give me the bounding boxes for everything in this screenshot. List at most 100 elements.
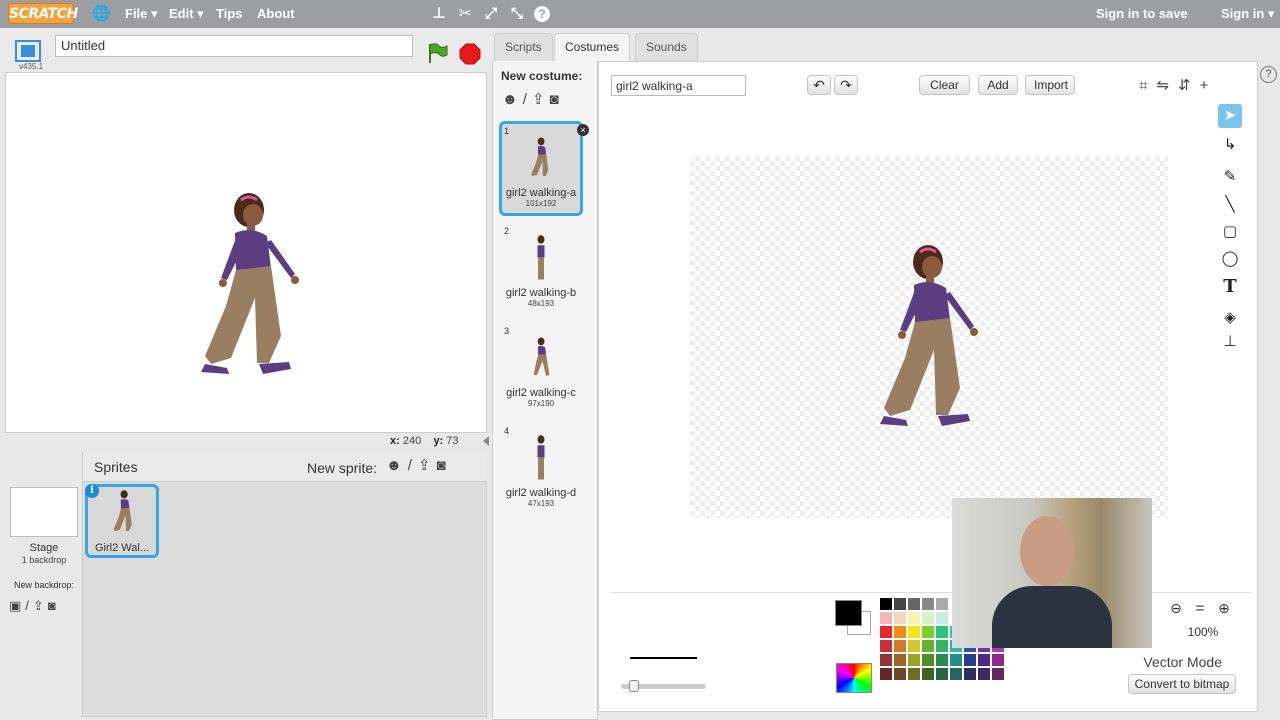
pencil-tool-icon[interactable]: ✎ — [1218, 165, 1242, 189]
color-swatch[interactable] — [922, 668, 934, 680]
color-swatch[interactable] — [936, 668, 948, 680]
line-width-slider-handle[interactable] — [629, 680, 639, 692]
costume-drawing[interactable] — [870, 240, 985, 440]
crop-icon[interactable]: ⌗ — [1139, 77, 1156, 94]
color-swatch[interactable] — [950, 654, 962, 666]
color-swatch[interactable] — [908, 654, 920, 666]
green-flag-icon[interactable] — [426, 42, 448, 64]
primary-color-swatch[interactable] — [835, 600, 862, 626]
upload-sprite-icon[interactable]: ⇪ — [418, 457, 437, 474]
fill-tool-icon[interactable]: ◈ — [1218, 306, 1242, 330]
color-swatch[interactable] — [908, 598, 920, 610]
clear-button[interactable]: Clear — [919, 75, 970, 95]
costume-item[interactable]: 4 girl2 walking-d 47x193 — [500, 424, 582, 508]
color-swatch[interactable] — [922, 626, 934, 638]
import-button[interactable]: Import — [1025, 75, 1075, 95]
sprite-info-icon[interactable]: i — [85, 484, 99, 498]
project-title-input[interactable]: Untitled — [55, 35, 413, 57]
color-swatch[interactable] — [908, 612, 920, 624]
camera-backdrop-icon[interactable]: ◙ — [48, 598, 60, 613]
color-swatch[interactable] — [936, 640, 948, 652]
color-swatch[interactable] — [922, 654, 934, 666]
color-swatch[interactable] — [936, 654, 948, 666]
color-swatch[interactable] — [936, 598, 948, 610]
sign-in-to-save-link[interactable]: Sign in to save — [1096, 6, 1188, 21]
stop-sign-icon[interactable] — [459, 43, 481, 65]
backdrop-library-icon[interactable]: ▣ — [9, 598, 25, 613]
undo-button[interactable]: ↶ — [807, 75, 831, 95]
color-swatch[interactable] — [894, 640, 906, 652]
zoom-in-icon[interactable]: ⊕ — [1214, 600, 1234, 618]
costume-item[interactable]: 2 girl2 walking-b 48x193 — [500, 224, 582, 308]
color-swatch[interactable] — [922, 598, 934, 610]
line-tool-icon[interactable]: ╲ — [1218, 193, 1242, 217]
sign-in-menu[interactable]: Sign in ▾ — [1221, 6, 1274, 22]
color-swatch[interactable] — [894, 668, 906, 680]
color-swatch[interactable] — [894, 626, 906, 638]
color-swatch[interactable] — [880, 626, 892, 638]
text-tool-icon[interactable]: T — [1218, 275, 1242, 299]
color-swatch[interactable] — [950, 668, 962, 680]
girl-sprite-on-stage[interactable] — [191, 188, 306, 388]
color-swatch[interactable] — [908, 668, 920, 680]
color-swatch[interactable] — [936, 626, 948, 638]
color-swatch[interactable] — [908, 640, 920, 652]
stage-canvas[interactable] — [5, 72, 487, 433]
camera-sprite-icon[interactable]: ◙ — [437, 457, 452, 474]
tab-costumes[interactable]: Costumes — [554, 33, 631, 63]
color-swatch[interactable] — [880, 668, 892, 680]
flip-vertical-icon[interactable]: ⇵ — [1178, 77, 1200, 94]
collapse-stage-arrow-icon[interactable] — [483, 436, 489, 446]
color-swatch[interactable] — [880, 640, 892, 652]
flip-horizontal-icon[interactable]: ⇋ — [1156, 77, 1178, 94]
color-swatch[interactable] — [922, 612, 934, 624]
costume-library-icon[interactable]: ☻ — [502, 91, 523, 108]
color-swatch[interactable] — [978, 668, 990, 680]
color-swatch[interactable] — [880, 654, 892, 666]
zoom-reset-icon[interactable]: = — [1190, 600, 1210, 618]
grow-icon[interactable]: ⤢ — [482, 5, 500, 23]
stamp-tool-icon[interactable]: ⊥ — [1218, 330, 1242, 354]
color-swatch[interactable] — [922, 640, 934, 652]
add-button[interactable]: Add — [978, 75, 1018, 95]
help-icon[interactable]: ? — [1260, 66, 1277, 83]
sprite-library-icon[interactable]: ☻ — [386, 457, 408, 474]
file-menu[interactable]: File ▾ — [125, 6, 158, 22]
color-swatch[interactable] — [894, 654, 906, 666]
shrink-icon[interactable]: ⤡ — [508, 5, 526, 23]
color-swatch[interactable] — [880, 598, 892, 610]
stage-thumbnail[interactable] — [10, 487, 78, 537]
fullscreen-icon[interactable] — [15, 40, 41, 62]
tab-sounds[interactable]: Sounds — [635, 33, 698, 61]
color-swatch[interactable] — [964, 654, 976, 666]
about-menu[interactable]: About — [257, 6, 295, 21]
paint-costume-icon[interactable]: / — [523, 91, 532, 108]
color-swatch[interactable] — [894, 598, 906, 610]
color-swatch[interactable] — [908, 626, 920, 638]
color-swatch[interactable] — [936, 612, 948, 624]
color-swatch[interactable] — [992, 654, 1004, 666]
help-block-icon[interactable]: ? — [534, 6, 550, 22]
costume-item[interactable]: 3 girl2 walking-c 97x190 — [500, 324, 582, 408]
color-picker-rainbow[interactable] — [836, 663, 872, 693]
camera-costume-icon[interactable]: ◙ — [550, 91, 564, 108]
zoom-out-icon[interactable]: ⊖ — [1166, 600, 1186, 618]
color-swatch[interactable] — [894, 612, 906, 624]
tab-scripts[interactable]: Scripts — [494, 33, 553, 61]
select-tool-icon[interactable]: ➤ — [1218, 104, 1242, 128]
ellipse-tool-icon[interactable]: ◯ — [1218, 247, 1242, 271]
costume-name-input[interactable]: girl2 walking-a — [611, 75, 746, 96]
rectangle-tool-icon[interactable]: ▢ — [1218, 220, 1242, 244]
globe-icon[interactable]: 🌐 — [92, 5, 111, 23]
color-swatch[interactable] — [978, 654, 990, 666]
reshape-tool-icon[interactable]: ↳ — [1218, 133, 1242, 157]
convert-to-bitmap-button[interactable]: Convert to bitmap — [1128, 674, 1236, 694]
set-center-icon[interactable]: + — [1200, 77, 1218, 94]
scratch-logo[interactable]: SCRATCH — [8, 3, 78, 24]
color-swatch[interactable] — [992, 668, 1004, 680]
duplicate-stamp-icon[interactable]: ⊥ — [430, 5, 448, 23]
tips-menu[interactable]: Tips — [216, 6, 243, 21]
color-swatch[interactable] — [880, 612, 892, 624]
paint-backdrop-icon[interactable]: / — [25, 598, 33, 613]
color-swatch[interactable] — [964, 668, 976, 680]
